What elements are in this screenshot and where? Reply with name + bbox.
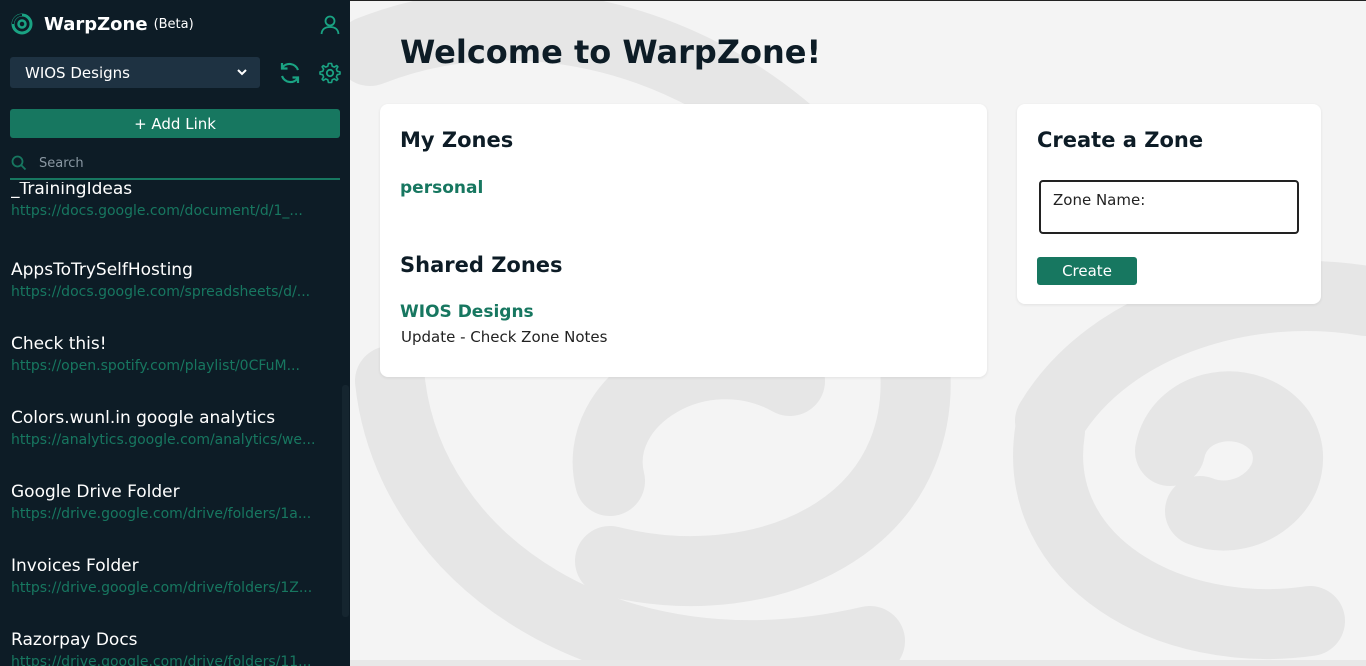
link-list: _TrainingIdeas https://docs.google.com/d… — [0, 182, 341, 666]
page-title: Welcome to WarpZone! — [400, 33, 822, 71]
create-zone-card: Create a Zone Zone Name: Create — [1017, 104, 1321, 304]
zone-name-label: Zone Name: — [1053, 191, 1146, 209]
link-item[interactable]: Colors.wunl.in google analytics https://… — [11, 408, 336, 448]
link-title: AppsToTrySelfHosting — [11, 260, 193, 280]
my-zones-heading: My Zones — [400, 128, 514, 152]
link-url[interactable]: https://docs.google.com/document/d/1_... — [11, 203, 331, 219]
link-item[interactable]: Check this! https://open.spotify.com/pla… — [11, 334, 336, 374]
add-link-button[interactable]: + Add Link — [10, 109, 340, 138]
link-url[interactable]: https://analytics.google.com/analytics/w… — [11, 432, 331, 448]
zone-name-input[interactable] — [1053, 210, 1285, 230]
zone-name-field[interactable]: Zone Name: — [1039, 180, 1299, 234]
link-title: Google Drive Folder — [11, 482, 180, 502]
zone-link-personal[interactable]: personal — [400, 178, 483, 198]
zone-select-value: WIOS Designs — [25, 63, 130, 82]
link-url[interactable]: https://drive.google.com/drive/folders/1… — [11, 506, 331, 522]
scrollbar-thumb[interactable] — [342, 385, 349, 617]
link-item[interactable]: _TrainingIdeas https://docs.google.com/d… — [11, 182, 336, 219]
link-url[interactable]: https://drive.google.com/drive/folders/1… — [11, 654, 331, 666]
link-item[interactable]: AppsToTrySelfHosting https://docs.google… — [11, 260, 336, 300]
app-name: WarpZone — [44, 13, 148, 35]
link-item[interactable]: Razorpay Docs https://drive.google.com/d… — [11, 630, 336, 666]
zone-link-wios-designs[interactable]: WIOS Designs — [400, 302, 534, 322]
chevron-down-icon — [237, 69, 247, 76]
link-title: Razorpay Docs — [11, 630, 138, 650]
link-title: Invoices Folder — [11, 556, 139, 576]
link-url[interactable]: https://drive.google.com/drive/folders/1… — [11, 580, 331, 596]
brand: WarpZone (Beta) — [10, 12, 194, 36]
link-title: Colors.wunl.in google analytics — [11, 408, 276, 428]
sidebar: WarpZone (Beta) WIOS Designs + Add Link … — [0, 0, 350, 666]
zone-note: Update - Check Zone Notes — [401, 328, 608, 346]
search-icon — [11, 155, 27, 171]
link-url[interactable]: https://open.spotify.com/playlist/0CFuM.… — [11, 358, 331, 374]
bottom-scrollbar[interactable] — [350, 660, 1366, 666]
main-content: Welcome to WarpZone! My Zones personal S… — [350, 0, 1366, 666]
search-bar — [10, 148, 340, 180]
create-zone-heading: Create a Zone — [1037, 128, 1204, 152]
link-item[interactable]: Invoices Folder https://drive.google.com… — [11, 556, 336, 596]
link-item[interactable]: Google Drive Folder https://drive.google… — [11, 482, 336, 522]
beta-badge: (Beta) — [153, 16, 194, 32]
create-zone-button[interactable]: Create — [1037, 257, 1137, 285]
link-title: Check this! — [11, 334, 107, 354]
refresh-icon[interactable] — [277, 61, 303, 85]
link-title: _TrainingIdeas — [11, 182, 133, 199]
shared-zones-heading: Shared Zones — [400, 253, 563, 277]
warpzone-logo-icon — [11, 13, 33, 35]
user-icon[interactable] — [318, 13, 342, 37]
link-url[interactable]: https://docs.google.com/spreadsheets/d/.… — [11, 284, 331, 300]
zones-card: My Zones personal Shared Zones WIOS Desi… — [380, 104, 987, 377]
gear-icon[interactable] — [318, 61, 342, 85]
search-input[interactable] — [39, 155, 319, 171]
zone-select[interactable]: WIOS Designs — [10, 57, 260, 88]
